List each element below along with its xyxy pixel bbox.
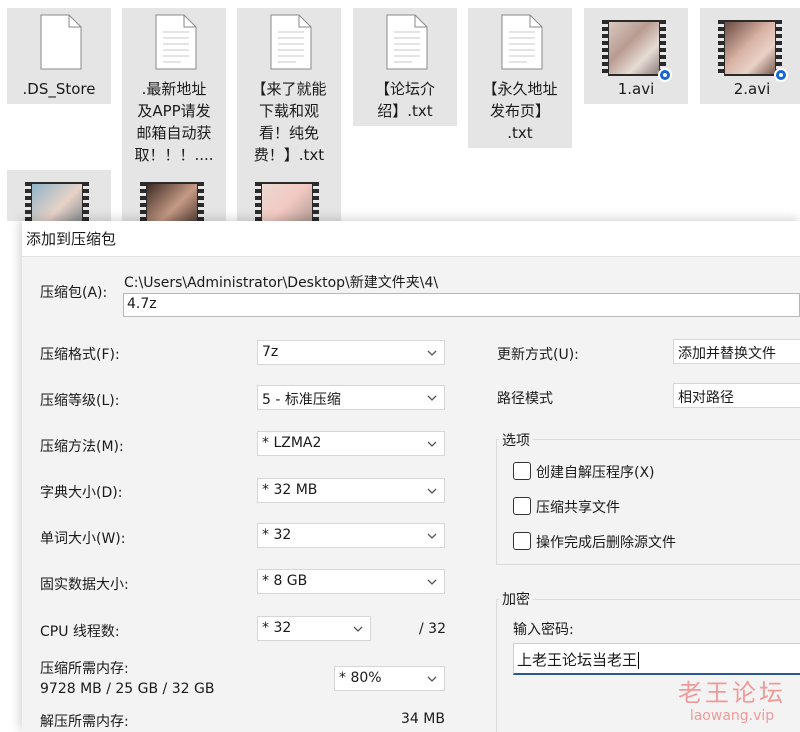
file-video-5[interactable] bbox=[237, 170, 341, 244]
cpu-threads-label: CPU 线程数: bbox=[40, 624, 120, 640]
dialog-title-bar[interactable]: 添加到压缩包 bbox=[22, 221, 800, 257]
method-select[interactable]: * LZMA2 bbox=[257, 431, 445, 456]
word-size-select[interactable]: * 32 bbox=[257, 523, 445, 548]
cpu-threads-select[interactable]: * 32 bbox=[257, 616, 371, 641]
file-permanent-address[interactable]: 【永久地址 发布页】 .txt bbox=[468, 8, 572, 148]
archive-name-input[interactable]: 4.7z bbox=[123, 293, 800, 317]
dialog-title: 添加到压缩包 bbox=[26, 230, 117, 248]
chevron-down-icon bbox=[427, 488, 437, 494]
archive-directory: C:\Users\Administrator\Desktop\新建文件夹\4\ bbox=[124, 275, 439, 291]
chevron-down-icon bbox=[427, 579, 437, 585]
chevron-down-icon bbox=[427, 441, 437, 447]
password-input[interactable]: 上老王论坛当老王 bbox=[513, 643, 800, 675]
compress-shared-checkbox[interactable] bbox=[513, 497, 531, 515]
file-name: .最新地址 及APP请发 邮箱自动获 取！！！.... bbox=[134, 80, 214, 164]
delete-after-checkbox[interactable] bbox=[513, 532, 531, 550]
compress-memory-detail: 9728 MB / 25 GB / 32 GB bbox=[40, 681, 215, 697]
dictionary-label: 字典大小(D): bbox=[40, 485, 123, 501]
update-mode-select[interactable]: 添加并替换文件 bbox=[673, 339, 800, 364]
compress-shared-label: 压缩共享文件 bbox=[536, 500, 620, 516]
add-to-archive-dialog: 添加到压缩包 压缩包(A): C:\Users\Administrator\De… bbox=[22, 221, 800, 732]
chevron-down-icon bbox=[427, 533, 437, 539]
file-name: 2.avi bbox=[733, 80, 771, 98]
level-label: 压缩等级(L): bbox=[40, 393, 120, 409]
file-name: 【论坛介 绍】.txt bbox=[374, 80, 435, 120]
document-icon bbox=[40, 14, 82, 70]
word-size-label: 单词大小(W): bbox=[40, 531, 126, 547]
encryption-title: 加密 bbox=[499, 589, 533, 609]
cpu-threads-max: / 32 bbox=[419, 621, 446, 637]
chevron-down-icon bbox=[427, 350, 437, 356]
format-label: 压缩格式(F): bbox=[40, 347, 120, 363]
text-document-icon bbox=[155, 14, 197, 70]
text-document-icon bbox=[270, 14, 312, 70]
file-name: .DS_Store bbox=[22, 80, 96, 98]
method-label: 压缩方法(M): bbox=[40, 439, 124, 455]
file-name: 【来了就能 下载和观 看！纯免 费！】.txt bbox=[251, 80, 327, 164]
format-select[interactable]: 7z bbox=[257, 340, 445, 365]
path-mode-select[interactable]: 相对路径 bbox=[673, 383, 800, 408]
text-document-icon bbox=[386, 14, 428, 70]
file-latest-address[interactable]: .最新地址 及APP请发 邮箱自动获 取！！！.... bbox=[122, 8, 226, 170]
decompress-memory-value: 34 MB bbox=[401, 711, 445, 727]
file-forum-intro[interactable]: 【论坛介 绍】.txt bbox=[353, 8, 457, 126]
file-video-3[interactable] bbox=[7, 170, 111, 244]
text-document-icon bbox=[501, 14, 543, 70]
compress-memory-label: 压缩所需内存: bbox=[40, 661, 129, 677]
file-ds-store[interactable]: .DS_Store bbox=[7, 8, 111, 104]
file-name: 【永久地址 发布页】 .txt bbox=[482, 80, 558, 142]
options-title: 选项 bbox=[499, 430, 533, 450]
delete-after-label: 操作完成后删除源文件 bbox=[536, 535, 676, 551]
password-label: 输入密码: bbox=[513, 622, 574, 638]
update-mode-label: 更新方式(U): bbox=[497, 347, 579, 363]
video-thumbnail-icon bbox=[718, 20, 788, 82]
watermark-url: laowang.vip bbox=[689, 708, 775, 724]
watermark-site: 老王论坛 bbox=[678, 679, 786, 707]
solid-block-select[interactable]: * 8 GB bbox=[257, 569, 445, 594]
chevron-down-icon bbox=[427, 395, 437, 401]
create-sfx-label: 创建自解压程序(X) bbox=[536, 465, 655, 481]
path-mode-label: 路径模式 bbox=[497, 391, 553, 407]
solid-block-label: 固实数据大小: bbox=[40, 577, 129, 593]
file-2-avi[interactable]: 2.avi bbox=[700, 8, 800, 104]
file-free-download[interactable]: 【来了就能 下载和观 看！纯免 费！】.txt bbox=[237, 8, 341, 170]
file-video-4[interactable] bbox=[122, 170, 226, 244]
text-caret bbox=[638, 652, 640, 669]
level-select[interactable]: 5 - 标准压缩 bbox=[257, 385, 445, 410]
create-sfx-checkbox[interactable] bbox=[513, 462, 531, 480]
chevron-down-icon bbox=[427, 676, 437, 682]
dictionary-select[interactable]: * 32 MB bbox=[257, 478, 445, 503]
decompress-memory-label: 解压所需内存: bbox=[40, 714, 129, 730]
file-1-avi[interactable]: 1.avi bbox=[584, 8, 688, 104]
watermark: 老王论坛 laowang.vip bbox=[678, 673, 786, 724]
archive-label: 压缩包(A): bbox=[40, 285, 108, 301]
memory-usage-select[interactable]: * 80% bbox=[334, 666, 445, 691]
video-thumbnail-icon bbox=[602, 20, 672, 82]
chevron-down-icon bbox=[353, 626, 363, 632]
file-name: 1.avi bbox=[617, 80, 655, 98]
